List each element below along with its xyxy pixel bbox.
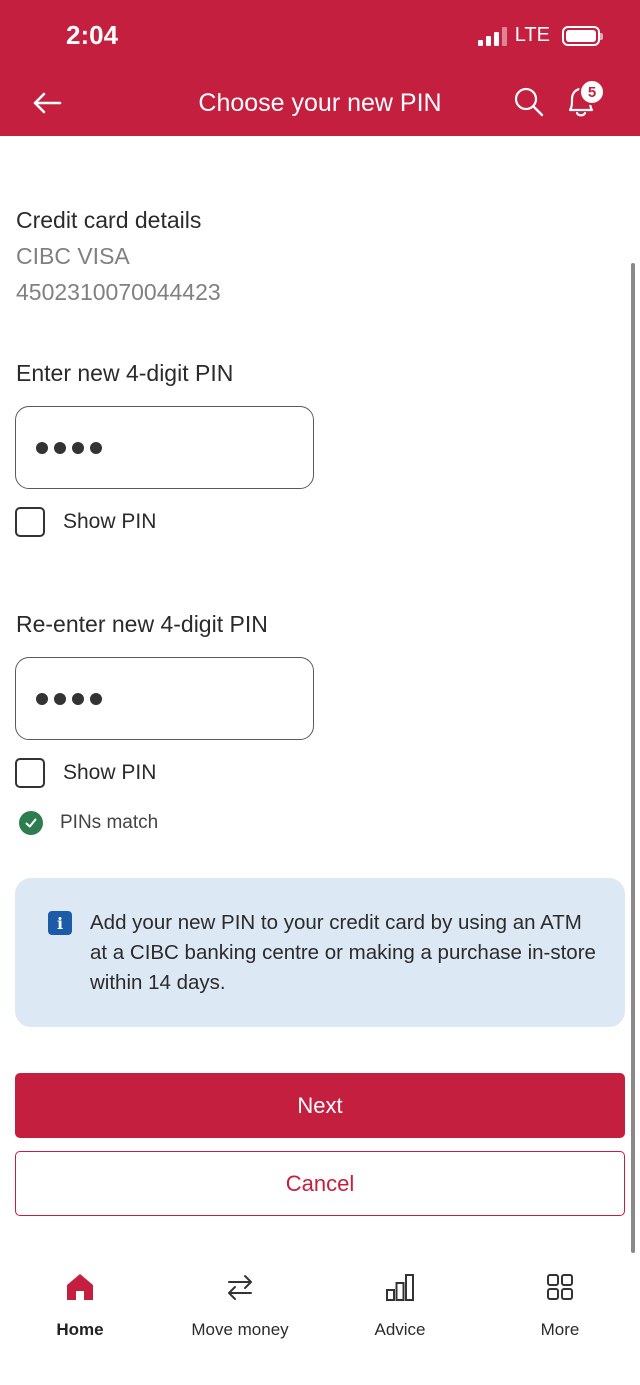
confirm-pin-masked-value [36,692,102,705]
notification-badge: 5 [579,79,605,105]
show-confirm-pin-checkbox[interactable] [15,758,45,788]
tab-move-money[interactable]: Move money [160,1270,320,1340]
card-name: CIBC VISA [16,243,130,269]
new-pin-input[interactable] [15,406,314,489]
pin-match-text: PINs match [60,812,159,833]
signal-strength-icon [477,26,507,46]
bottom-tab-bar: Home Move money Advice More [0,1258,640,1385]
network-type: LTE [514,24,550,46]
info-banner: i Add your new PIN to your credit card b… [15,878,625,1027]
info-text: Add your new PIN to your credit card by … [90,911,596,994]
home-icon [63,1270,97,1304]
tab-move-money-label: Move money [191,1320,289,1339]
next-button[interactable]: Next [15,1073,625,1138]
tab-home[interactable]: Home [0,1270,160,1340]
cancel-button[interactable]: Cancel [15,1151,625,1216]
tab-more[interactable]: More [480,1270,640,1340]
tab-home-label: Home [56,1320,104,1339]
card-number: 4502310070044423 [16,279,221,305]
card-details-heading: Credit card details [16,207,202,233]
app-header: 2:04 LTE Choose your new PIN 5 [0,0,640,136]
bar-chart-icon [383,1270,417,1304]
show-pin-checkbox[interactable] [15,507,45,537]
scrollbar[interactable] [631,263,635,1253]
show-confirm-pin-toggle[interactable]: Show PIN [15,758,156,788]
info-icon: i [48,911,72,935]
search-icon [514,87,544,117]
search-button[interactable] [513,86,545,118]
checkmark-icon [19,811,43,835]
grid-icon [543,1270,577,1304]
tab-advice-label: Advice [374,1320,426,1339]
new-pin-masked-value [36,441,102,454]
transfer-arrows-icon [223,1270,257,1304]
show-pin-toggle[interactable]: Show PIN [15,507,156,537]
tab-advice[interactable]: Advice [320,1270,480,1340]
tab-more-label: More [540,1320,580,1339]
status-time: 2:04 [66,20,119,50]
show-confirm-pin-label: Show PIN [63,761,157,784]
status-indicators: LTE [477,24,603,47]
confirm-pin-input[interactable] [15,657,314,740]
confirm-pin-label: Re-enter new 4-digit PIN [16,611,268,637]
show-pin-label: Show PIN [63,510,157,533]
pin-match-status: PINs match [19,811,158,835]
new-pin-label: Enter new 4-digit PIN [16,360,234,386]
battery-icon [562,25,603,46]
